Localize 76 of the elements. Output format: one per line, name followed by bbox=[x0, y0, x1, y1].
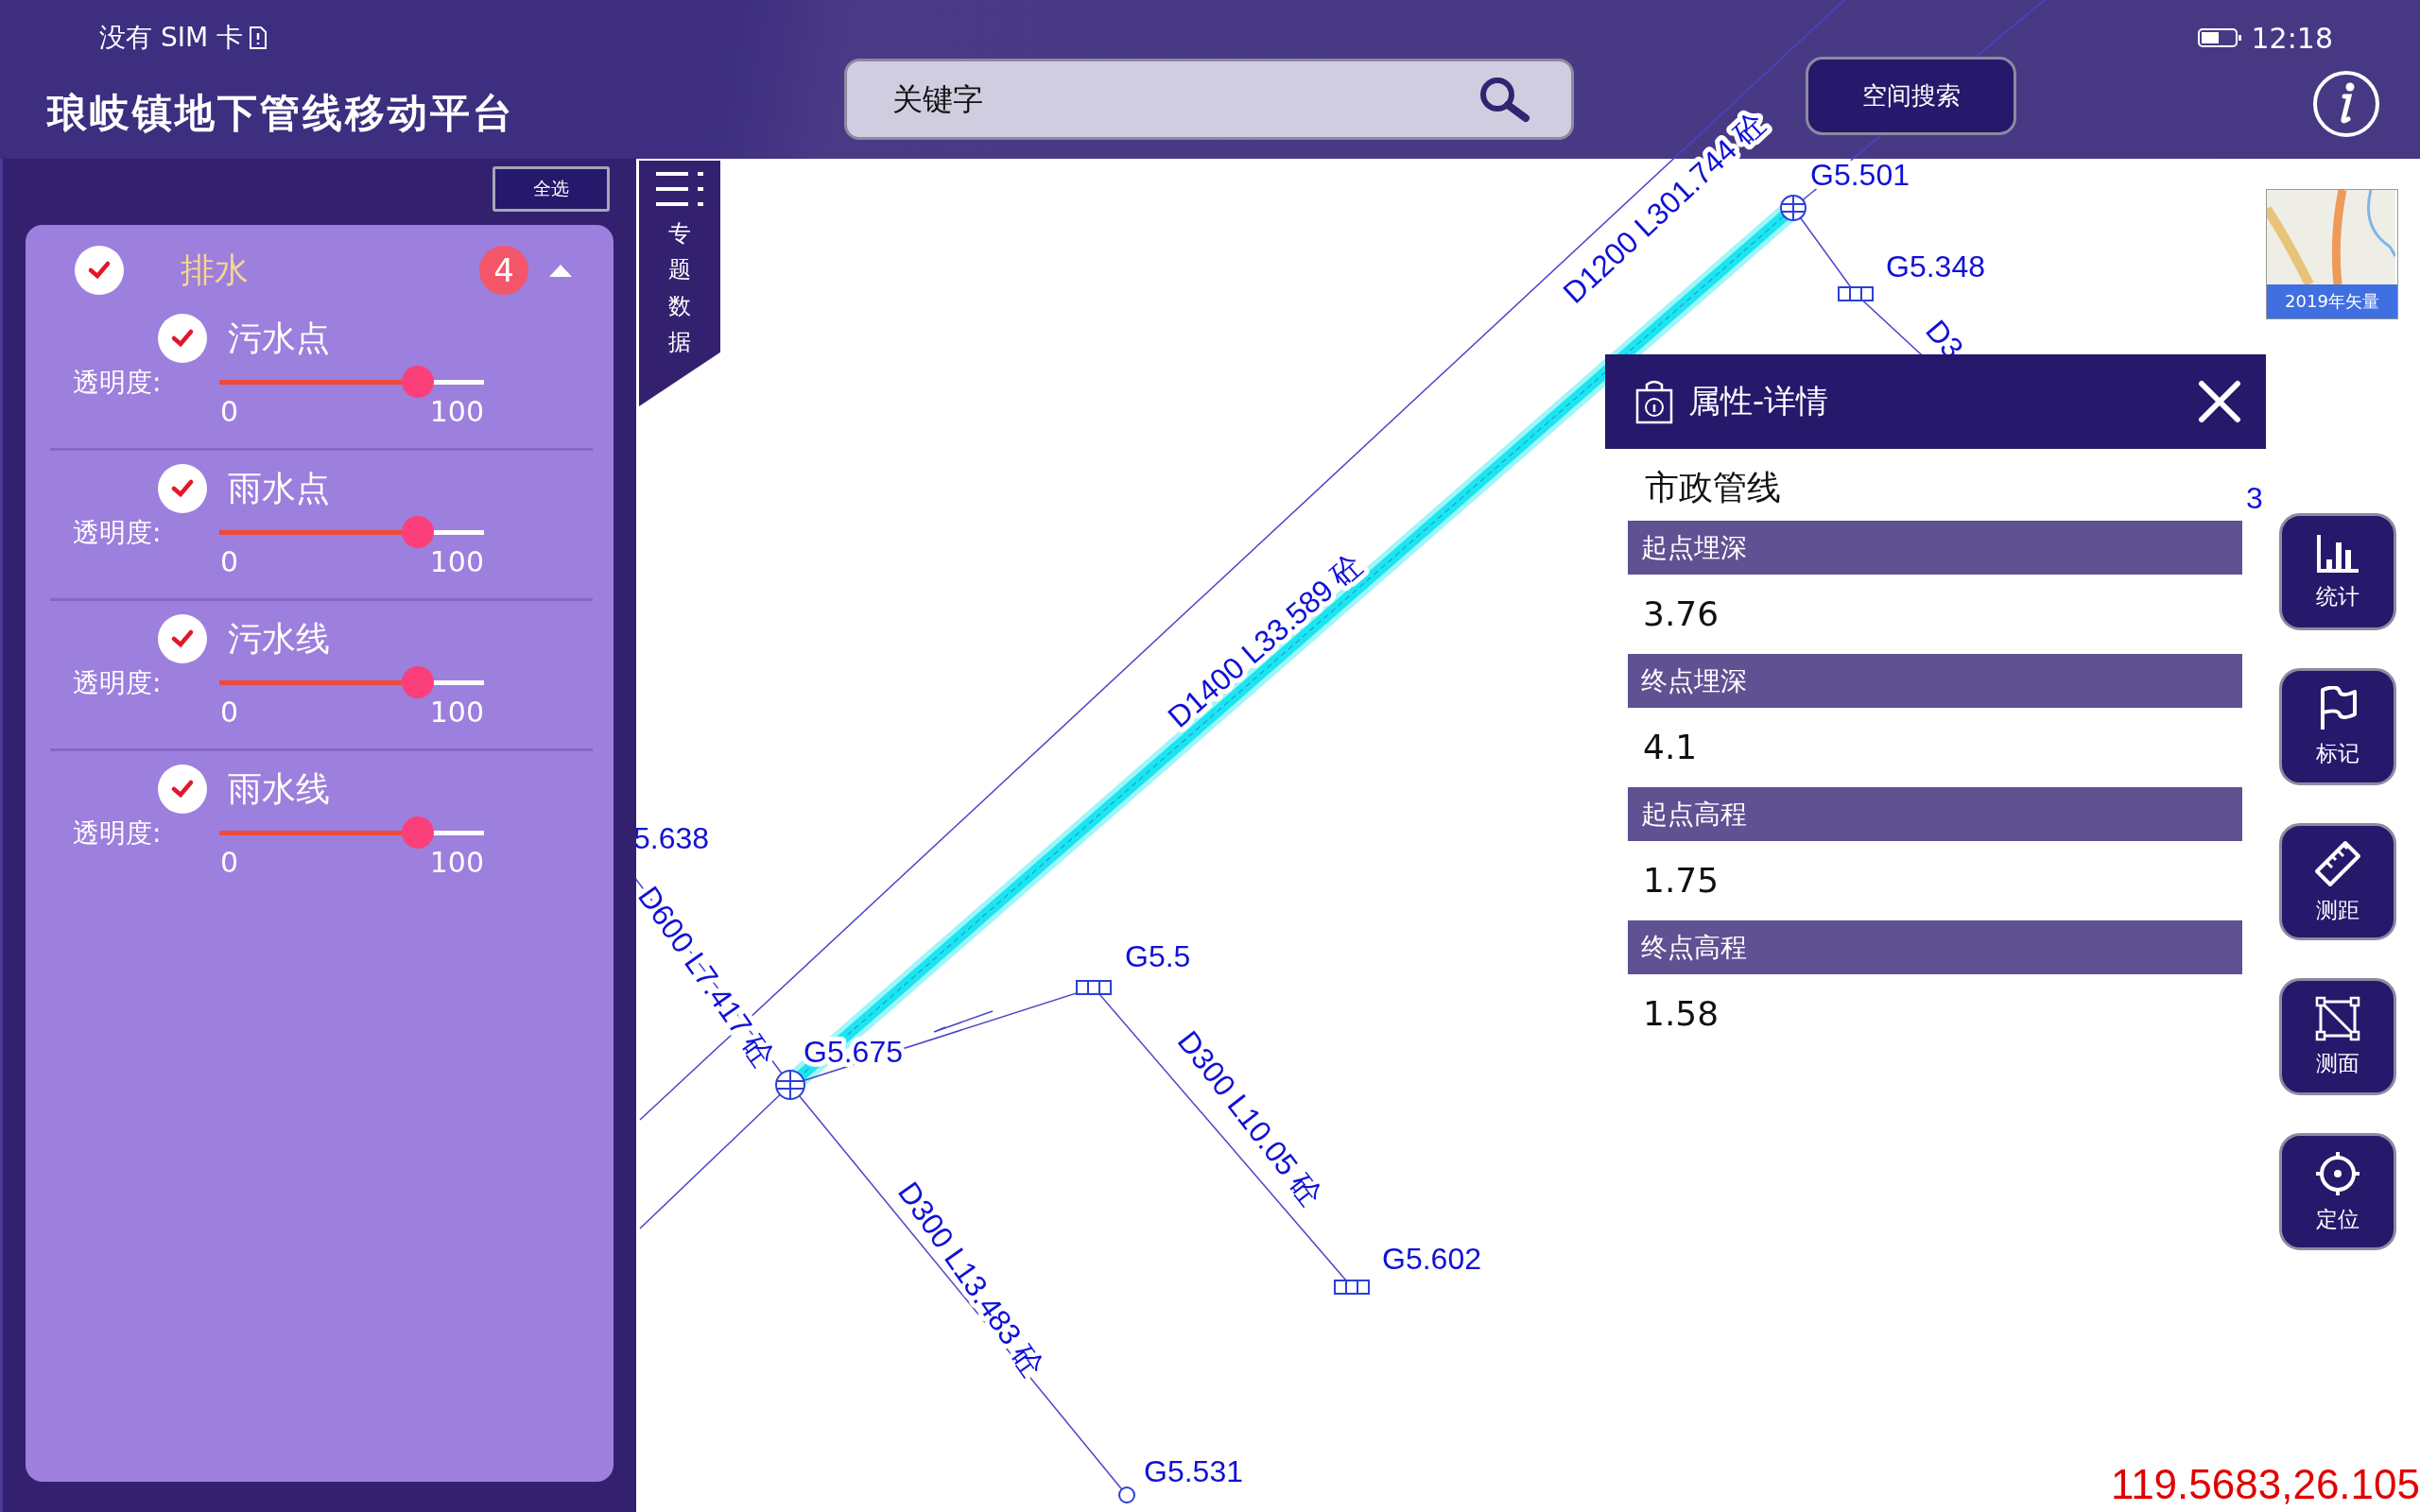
sim-card-icon bbox=[249, 26, 268, 50]
slider-max: 100 bbox=[429, 696, 484, 729]
field-label: 终点埋深 bbox=[1628, 654, 2242, 708]
tool-button[interactable]: 测距 bbox=[2279, 823, 2396, 940]
caret-icon[interactable] bbox=[547, 263, 574, 278]
slider-max: 100 bbox=[429, 846, 484, 879]
slider-min: 0 bbox=[220, 395, 239, 428]
field-label: 起点埋深 bbox=[1628, 521, 2242, 575]
opacity-label: 透明度: bbox=[73, 516, 163, 550]
map-label: G5.531 bbox=[1144, 1454, 1243, 1489]
slider-min: 0 bbox=[220, 696, 239, 729]
basemap-switcher[interactable]: 2019年矢量 bbox=[2266, 189, 2398, 319]
opacity-slider[interactable] bbox=[219, 366, 484, 398]
layer-name: 雨水点 bbox=[228, 467, 330, 509]
inlet-icon bbox=[1334, 1280, 1370, 1295]
checkbox[interactable] bbox=[158, 614, 207, 663]
crosshair-icon bbox=[2314, 1149, 2361, 1197]
layer-name: 污水点 bbox=[228, 317, 330, 359]
bar-chart-icon bbox=[2315, 532, 2360, 575]
area-icon bbox=[2315, 995, 2360, 1041]
map-label: 5.638 bbox=[633, 821, 710, 856]
carrier-text: 没有 SIM 卡 bbox=[99, 21, 243, 55]
search-field[interactable]: 关键字 bbox=[844, 59, 1574, 140]
close-icon[interactable] bbox=[2198, 380, 2241, 423]
opacity-label: 透明度: bbox=[73, 366, 163, 400]
checkbox[interactable] bbox=[158, 765, 207, 814]
map-label: G5.602 bbox=[1382, 1242, 1481, 1277]
opacity-slider[interactable] bbox=[219, 816, 484, 849]
side-tab[interactable]: 专题数据 bbox=[639, 161, 720, 406]
side-tab-label: 专题数据 bbox=[668, 219, 691, 358]
info-bag-icon bbox=[1634, 379, 1675, 424]
checkbox[interactable] bbox=[158, 464, 207, 513]
battery-icon bbox=[2196, 26, 2242, 49]
inlet-icon bbox=[1076, 980, 1112, 995]
opacity-label: 透明度: bbox=[73, 666, 163, 700]
menu-icon bbox=[654, 170, 705, 208]
slider-max: 100 bbox=[429, 545, 484, 578]
slider-min: 0 bbox=[220, 545, 239, 578]
clock-text: 12:18 bbox=[2251, 21, 2333, 55]
count-badge: 4 bbox=[479, 246, 528, 295]
field-label: 终点高程 bbox=[1628, 920, 2242, 974]
map-label: 3 bbox=[2246, 481, 2263, 516]
field-value: 1.58 bbox=[1642, 993, 1720, 1035]
layer-name: 污水线 bbox=[228, 617, 330, 660]
select-all-button[interactable]: 全选 bbox=[493, 166, 610, 212]
tool-button[interactable]: 定位 bbox=[2279, 1133, 2396, 1250]
map-label: G5.5 bbox=[1125, 939, 1191, 974]
field-value: 4.1 bbox=[1642, 727, 1699, 768]
inlet-icon bbox=[1838, 286, 1874, 301]
opacity-slider[interactable] bbox=[219, 666, 484, 698]
slider-max: 100 bbox=[429, 395, 484, 428]
field-value: 3.76 bbox=[1642, 593, 1720, 635]
checkbox[interactable] bbox=[158, 314, 207, 363]
detail-title: 属性-详情 bbox=[1688, 381, 1830, 421]
field-value: 1.75 bbox=[1642, 860, 1720, 902]
spatial-search-button[interactable]: 空间搜索 bbox=[1806, 57, 2016, 135]
basemap-label: 2019年矢量 bbox=[2267, 284, 2397, 318]
manhole-icon bbox=[1780, 195, 1806, 221]
ruler-icon bbox=[2313, 838, 2362, 888]
coordinates-text: 119.5683,26.105 bbox=[2110, 1461, 2420, 1508]
opacity-label: 透明度: bbox=[73, 816, 163, 850]
checkbox[interactable] bbox=[75, 246, 124, 295]
tool-button[interactable]: 标记 bbox=[2279, 668, 2396, 785]
tool-button[interactable]: 统计 bbox=[2279, 513, 2396, 630]
opacity-slider[interactable] bbox=[219, 516, 484, 548]
slider-min: 0 bbox=[220, 846, 239, 879]
map-label: G5.348 bbox=[1886, 249, 1985, 284]
info-icon[interactable] bbox=[2312, 70, 2380, 138]
app-title: 琅岐镇地下管线移动平台 bbox=[47, 89, 516, 138]
field-label: 起点高程 bbox=[1628, 787, 2242, 841]
layer-name: 雨水线 bbox=[228, 767, 330, 810]
search-input[interactable]: 关键字 bbox=[890, 80, 1477, 118]
detail-subtitle: 市政管线 bbox=[1644, 467, 1782, 508]
manhole-icon bbox=[775, 1070, 805, 1100]
outlet-icon bbox=[1118, 1486, 1135, 1503]
tool-button[interactable]: 测面 bbox=[2279, 978, 2396, 1095]
